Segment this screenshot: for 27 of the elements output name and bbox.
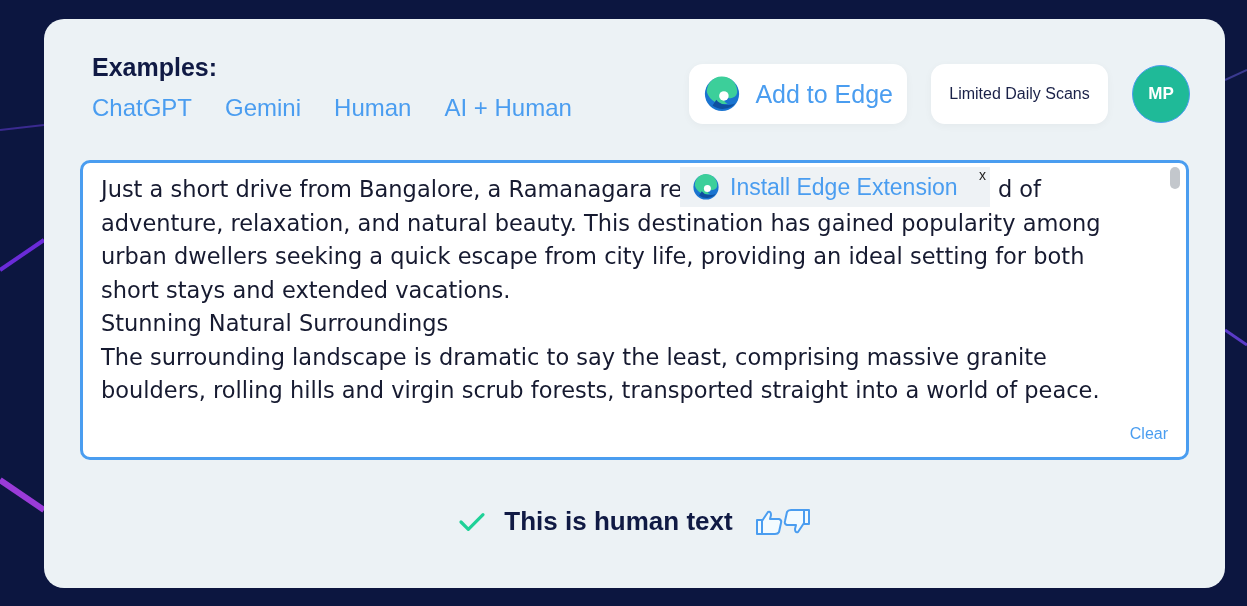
- example-link[interactable]: Gemini: [225, 94, 302, 122]
- text-line: Just a short drive from Bangalore, a Ramanagara re: [101, 175, 683, 204]
- install-extension-label: Install Edge Extension: [730, 173, 958, 201]
- close-button[interactable]: x: [979, 167, 986, 183]
- scrollbar-thumb[interactable]: [1170, 167, 1180, 189]
- clear-link[interactable]: Clear: [1129, 425, 1168, 443]
- add-to-edge-button[interactable]: Add to Edge: [689, 64, 907, 124]
- example-link[interactable]: AI + Human: [444, 94, 572, 122]
- examples-heading: Examples:: [92, 53, 219, 82]
- user-avatar[interactable]: MP: [1132, 65, 1190, 123]
- text-input-area[interactable]: [80, 160, 1189, 460]
- text-line: The surrounding landscape is dramatic to say the least, comprising massive granite: [101, 342, 1048, 372]
- example-link[interactable]: ChatGPT: [92, 94, 193, 122]
- check-icon: [458, 510, 487, 533]
- text-line: d of: [997, 175, 1041, 204]
- text-line: short stays and extended vacations.: [101, 275, 512, 305]
- text-line: boulders, rolling hills and virgin scrub forests, transported straight into a world of peace.: [101, 376, 1101, 405]
- limited-daily-scans-button[interactable]: Limited Daily Scans: [931, 64, 1108, 124]
- text-line: Stunning Natural Surroundings: [101, 309, 450, 338]
- example-link[interactable]: Human: [334, 94, 412, 122]
- thumbs-down-icon[interactable]: [782, 507, 811, 536]
- edge-logo-icon: [692, 173, 720, 201]
- install-extension-popup[interactable]: Install Edge Extension x: [680, 167, 990, 207]
- text-line: urban dwellers seeking a quick escape from city life, providing an ideal setting for both: [101, 242, 1086, 271]
- text-line: adventure, relaxation, and natural beauty. This destination has gained popularity among: [101, 208, 1102, 238]
- verdict-text: This is human text: [504, 506, 733, 537]
- edge-logo-icon: [703, 75, 742, 113]
